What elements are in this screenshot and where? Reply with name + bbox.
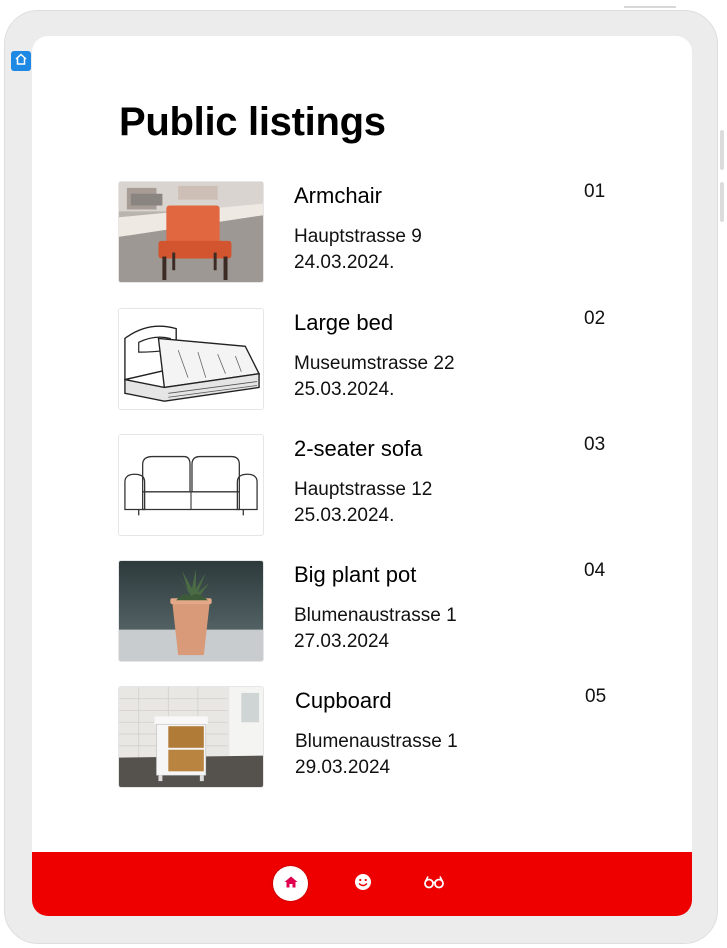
listing-name: Cupboard [295,688,392,713]
listing-name: Large bed [294,310,394,335]
listing-address: Blumenaustrasse 1 [294,605,457,626]
smiley-icon [354,873,372,896]
home-icon [14,52,28,71]
sofa-line-drawing [118,434,264,536]
bed-sketch [118,308,264,410]
nav-watchlist-button[interactable] [422,874,446,894]
device-top-edge [624,6,676,8]
armchair-photo [118,181,264,283]
plant-pot-photo [118,560,264,662]
list-item[interactable]: Armchair Hauptstrasse 9 24.03.2024. 01 [118,181,618,285]
home-shortcut-button[interactable] [11,51,31,71]
listing-number: 02 [584,308,606,329]
listing-date: 27.03.2024 [294,631,390,652]
listing-name: 2-seater sofa [294,436,423,461]
bottom-navbar [32,852,692,916]
list-item[interactable]: Big plant pot Blumenaustrasse 1 27.03.20… [118,560,618,664]
listing-address: Blumenaustrasse 1 [295,731,458,752]
listing-name: Armchair [294,183,383,208]
nav-home-button[interactable] [273,866,308,901]
listing-address: Hauptstrasse 9 [294,226,422,247]
list-item[interactable]: Large bed Museumstrasse 22 25.03.2024. 0… [118,308,618,412]
listing-number: 03 [584,434,606,455]
listing-number: 05 [585,686,607,707]
listing-date: 29.03.2024 [295,757,391,778]
listing-address: Museumstrasse 22 [294,353,455,374]
listing-number: 01 [584,181,606,202]
list-item[interactable]: Cupboard Blumenaustrasse 1 29.03.2024 05 [118,686,618,790]
page-title: Public listings [119,100,386,144]
listing-date: 25.03.2024. [294,505,395,526]
home-icon [284,875,298,893]
list-item[interactable]: 2-seater sofa Hauptstrasse 12 25.03.2024… [118,434,618,538]
side-button [720,182,724,222]
listing-date: 25.03.2024. [294,379,395,400]
app-screen: Public listings Armchair Hauptstrasse 9 … [32,36,692,916]
cupboard-photo [118,686,264,788]
listing-name: Big plant pot [294,562,417,587]
listing-address: Hauptstrasse 12 [294,479,433,500]
listing-date: 24.03.2024. [294,252,395,273]
nav-profile-button[interactable] [353,873,373,896]
listing-number: 04 [584,560,606,581]
side-button [720,130,724,170]
glasses-icon [423,875,445,894]
